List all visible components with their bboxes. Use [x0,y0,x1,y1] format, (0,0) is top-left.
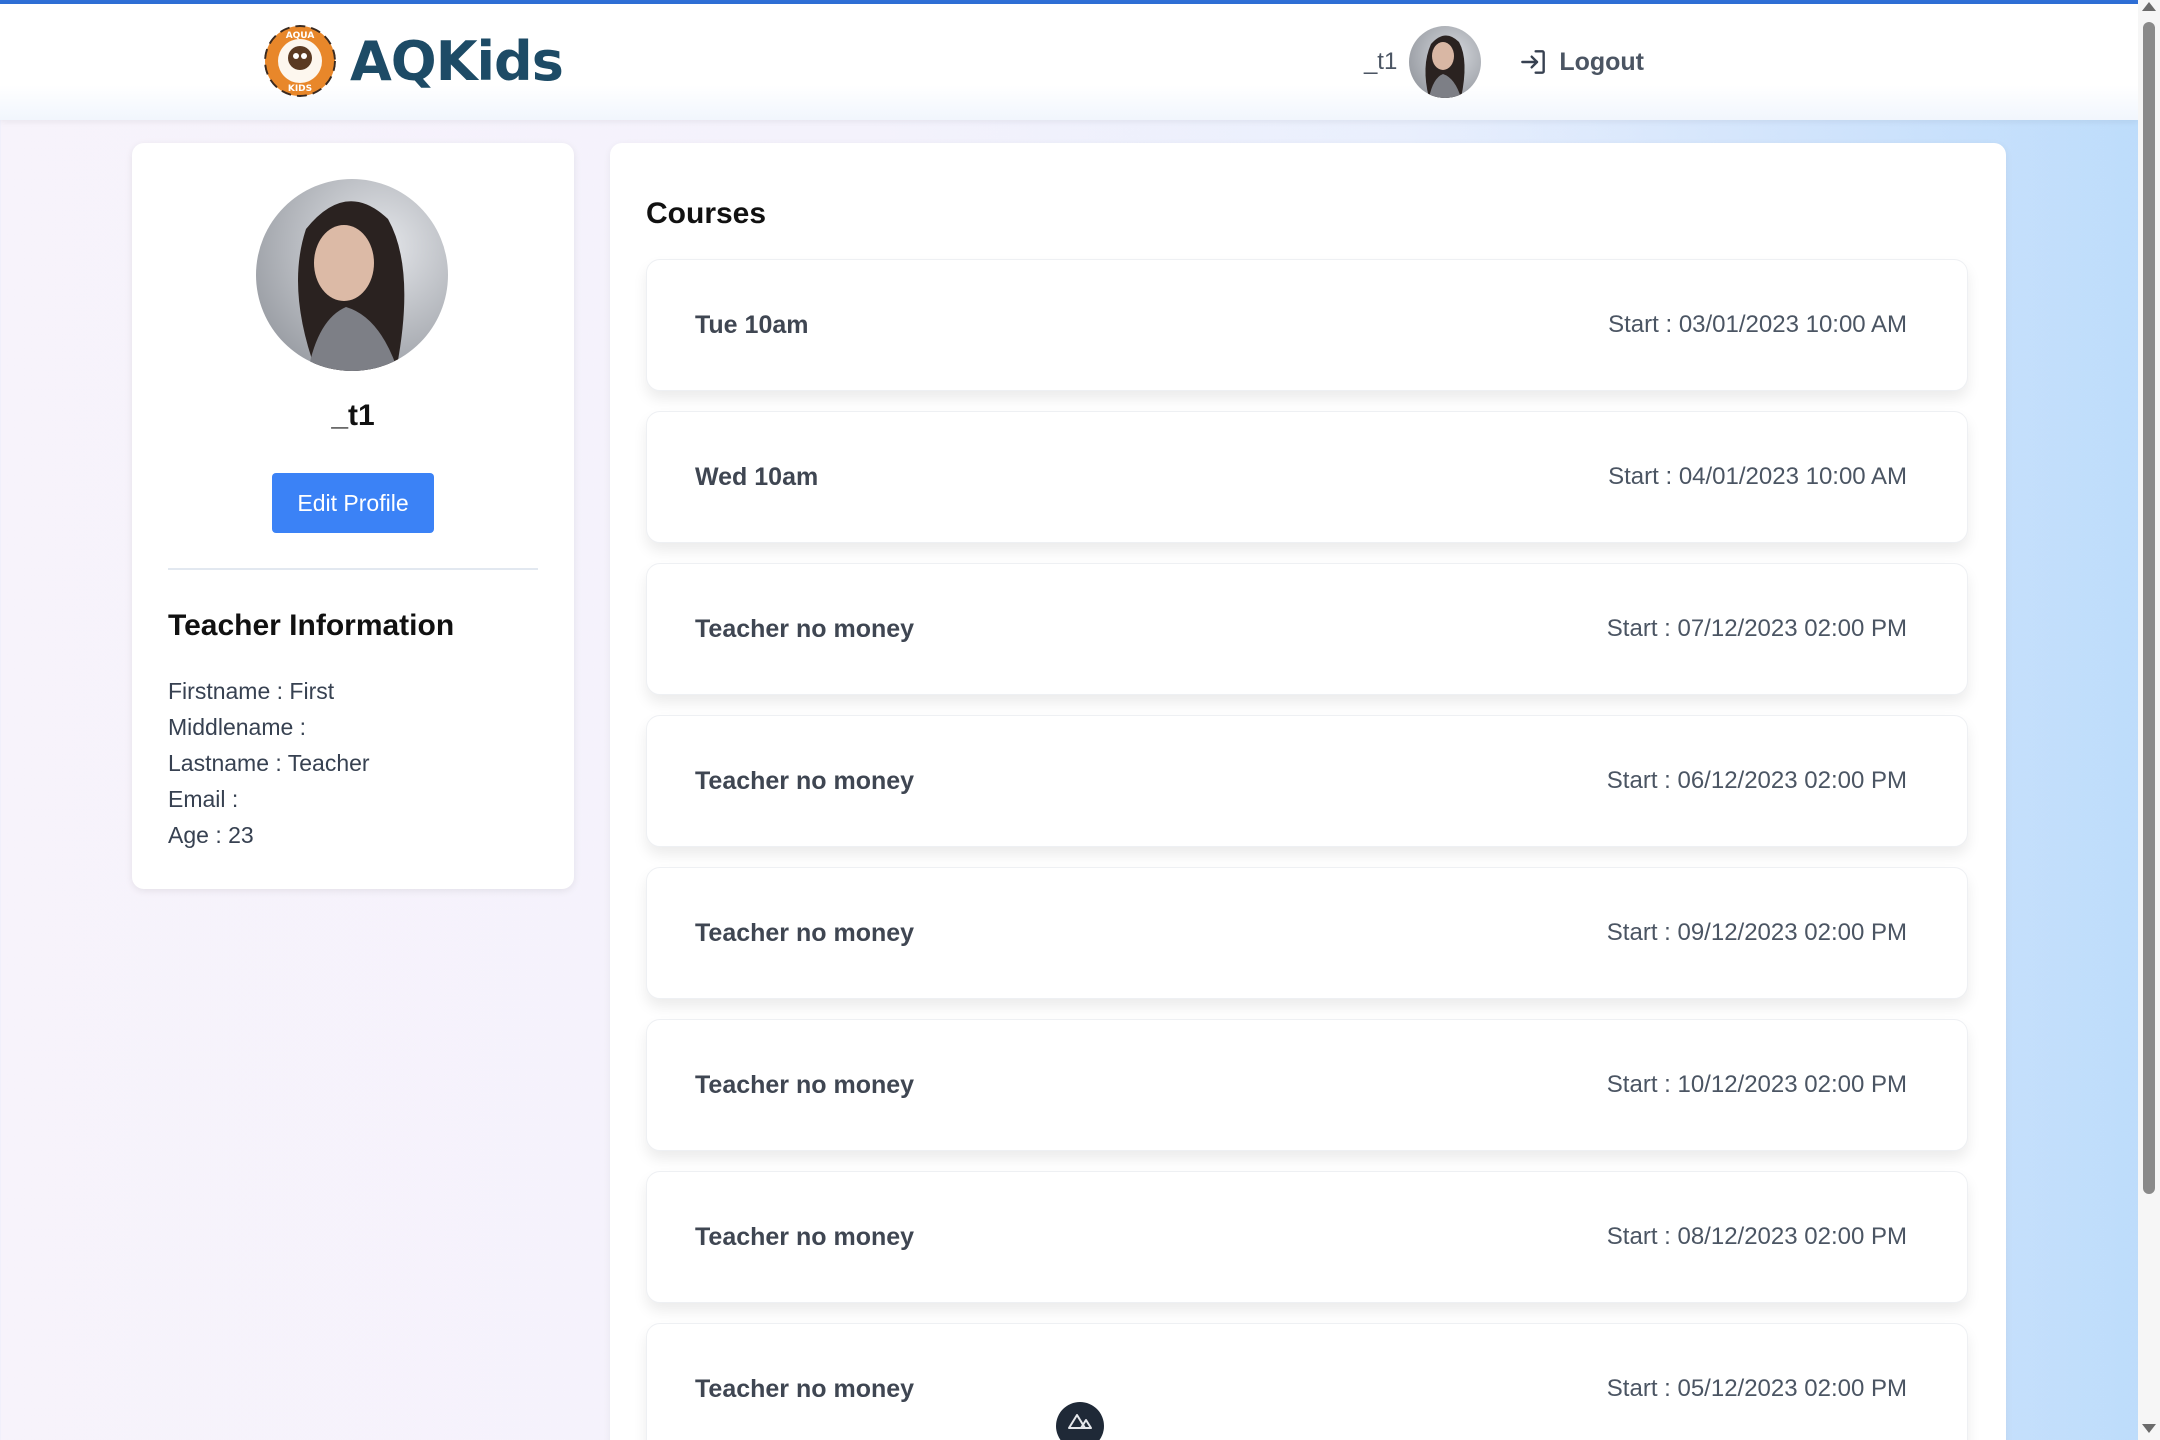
course-item[interactable]: Teacher no money Start : 10/12/2023 02:0… [646,1019,1968,1151]
course-name: Tue 10am [695,310,809,339]
course-list: Tue 10am Start : 03/01/2023 10:00 AM Wed… [646,259,1968,1440]
course-start: Start : 04/01/2023 10:00 AM [1608,463,1907,490]
info-lastname: Lastname : Teacher [168,750,370,776]
course-start: Start : 10/12/2023 02:00 PM [1606,1071,1907,1098]
scroll-down-icon[interactable] [2142,1424,2156,1433]
info-age: Age : 23 [168,822,254,848]
nav-avatar[interactable] [1409,26,1482,98]
course-item[interactable]: Teacher no money Start : 08/12/2023 02:0… [646,1171,1968,1303]
navbar: AQUA KIDS AQKids _t1 Logout [0,4,2138,120]
course-start: Start : 08/12/2023 02:00 PM [1606,1223,1907,1250]
profile-avatar [256,179,448,371]
scroll-thumb[interactable] [2143,22,2155,1194]
course-item[interactable]: Tue 10am Start : 03/01/2023 10:00 AM [646,259,1968,391]
teacher-info-list: Firstname : First Middlename : Lastname … [168,673,370,853]
teacher-info-title: Teacher Information [168,609,455,642]
course-item[interactable]: Teacher no money Start : 06/12/2023 02:0… [646,715,1968,847]
course-start: Start : 05/12/2023 02:00 PM [1606,1375,1907,1402]
scrollbar[interactable] [2138,0,2160,1440]
info-middlename: Middlename : [168,714,307,740]
course-name: Teacher no money [695,766,915,795]
course-name: Wed 10am [695,462,819,491]
logout-button[interactable]: Logout [1517,46,1644,78]
course-item[interactable]: Wed 10am Start : 04/01/2023 10:00 AM [646,411,1968,543]
course-start: Start : 06/12/2023 02:00 PM [1606,767,1907,794]
courses-title: Courses [646,197,767,230]
svg-text:AQUA: AQUA [286,31,315,41]
nav-username: _t1 [1363,48,1398,75]
course-start: Start : 07/12/2023 02:00 PM [1606,615,1907,642]
scroll-up-icon[interactable] [2142,2,2156,11]
logout-label: Logout [1559,47,1644,76]
profile-card: _t1 Edit Profile Teacher Information Fir… [132,143,574,889]
course-item[interactable]: Teacher no money Start : 09/12/2023 02:0… [646,867,1968,999]
profile-name: _t1 [331,399,375,432]
course-name: Teacher no money [695,1222,915,1251]
user-menu: _t1 Logout [1364,24,1644,100]
edit-profile-button[interactable]: Edit Profile [272,473,434,533]
info-firstname: Firstname : First [168,678,335,704]
brand-name: AQKids [350,29,564,93]
course-name: Teacher no money [695,1374,915,1403]
logout-icon [1521,50,1546,74]
course-name: Teacher no money [695,918,915,947]
course-start: Start : 03/01/2023 10:00 AM [1608,311,1907,338]
course-item[interactable]: Teacher no money Start : 05/12/2023 02:0… [646,1323,1968,1440]
course-item[interactable]: Teacher no money Start : 07/12/2023 02:0… [646,563,1968,695]
brand[interactable]: AQUA KIDS AQKids [264,22,564,100]
course-name: Teacher no money [695,1070,915,1099]
course-name: Teacher no money [695,614,915,643]
aqkids-logo-icon: AQUA KIDS [264,25,336,97]
divider [168,568,538,570]
course-start: Start : 09/12/2023 02:00 PM [1606,919,1907,946]
courses-card: Courses Tue 10am Start : 03/01/2023 10:0… [610,143,2006,1440]
svg-text:KIDS: KIDS [288,84,312,94]
info-email: Email : [168,786,239,812]
nuxt-devtools-icon [1068,1414,1092,1429]
